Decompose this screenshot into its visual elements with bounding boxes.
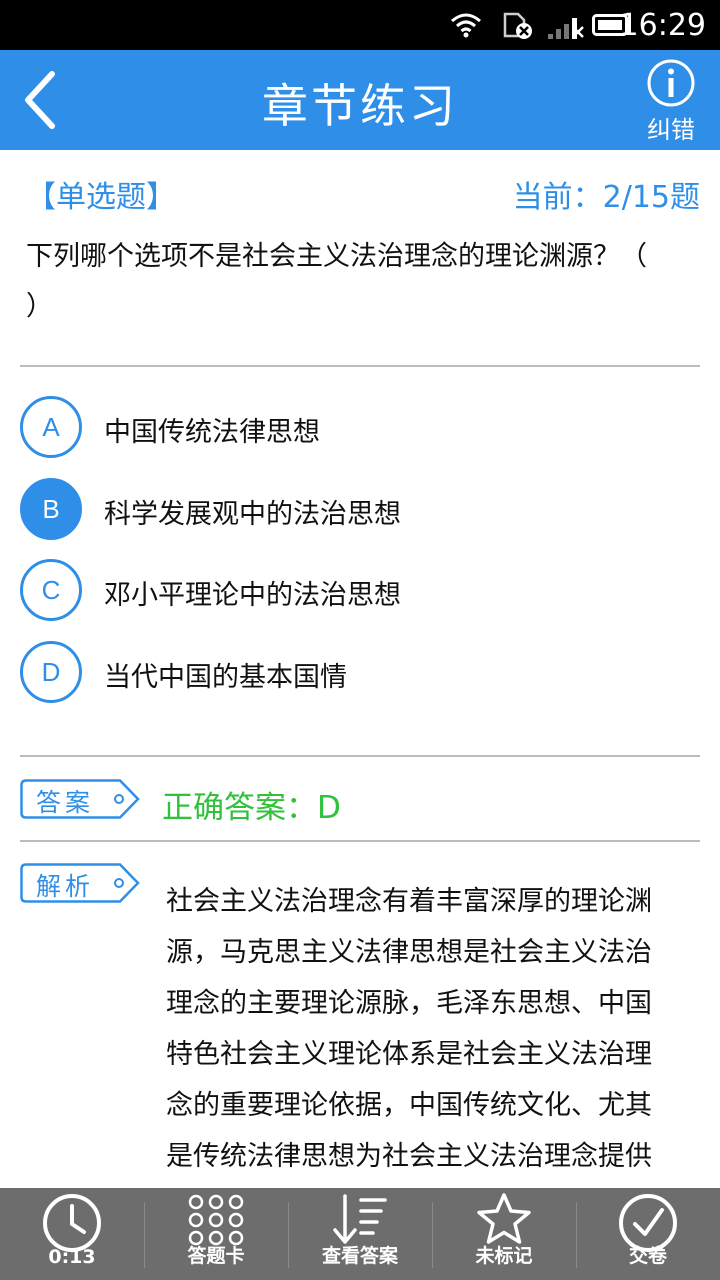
answer-card-button[interactable]: 答题卡	[144, 1188, 288, 1280]
report-error-label: 纠错	[647, 116, 695, 144]
info-icon	[647, 59, 695, 107]
clock-icon	[43, 1194, 101, 1252]
analysis-text: 社会主义法治理念有着丰富深厚的理论渊源，马克思主义法律思想是社会主义法治理念的主…	[166, 886, 652, 1172]
analysis-tag-label: 解析	[36, 872, 95, 901]
question-progress: 当前：2/15题	[512, 180, 700, 215]
option-a-text: 中国传统法律思想	[104, 417, 320, 448]
option-c-text: 邓小平理论中的法治思想	[104, 580, 401, 611]
wifi-icon	[450, 12, 482, 42]
grid-dots-icon	[188, 1194, 244, 1246]
option-c[interactable]: C 邓小平理论中的法治思想	[20, 559, 700, 623]
analysis-tag: 解析	[20, 863, 140, 903]
option-a[interactable]: A 中国传统法律思想	[20, 396, 700, 460]
view-answer-button[interactable]: 查看答案	[288, 1188, 432, 1280]
option-d[interactable]: D 当代中国的基本国情	[20, 641, 700, 705]
answer-tag: 答案	[20, 779, 140, 819]
option-a-letter: A	[20, 396, 82, 458]
divider	[20, 365, 700, 367]
status-time: 16:29	[619, 8, 706, 43]
question-type: 【单选题】	[26, 180, 176, 215]
bottom-toolbar: 0:13 答题卡 查看答案 未标记 交卷	[0, 1188, 720, 1280]
option-b-letter: B	[20, 478, 82, 540]
option-b-text: 科学发展观中的法治思想	[104, 499, 401, 530]
timer-button[interactable]: 0:13	[0, 1188, 144, 1280]
sim-off-icon	[502, 12, 534, 44]
option-b[interactable]: B 科学发展观中的法治思想	[20, 478, 700, 542]
divider	[20, 840, 700, 842]
submit-button[interactable]: 交卷	[576, 1188, 720, 1280]
timer-label: 0:13	[48, 1246, 96, 1268]
submit-label: 交卷	[628, 1245, 667, 1267]
option-d-letter: D	[20, 641, 82, 703]
sort-down-icon	[333, 1194, 387, 1244]
app-header: 章节练习 纠错	[0, 50, 720, 150]
signal-icon	[546, 12, 586, 44]
divider	[20, 755, 700, 757]
mark-label: 未标记	[475, 1245, 533, 1267]
answer-card-label: 答题卡	[187, 1245, 245, 1267]
option-c-letter: C	[20, 559, 82, 621]
star-icon	[477, 1193, 531, 1244]
mark-button[interactable]: 未标记	[432, 1188, 576, 1280]
page-title: 章节练习	[262, 79, 458, 133]
report-error-button[interactable]: 纠错	[636, 58, 706, 148]
status-bar: 16:29	[0, 0, 720, 50]
view-answer-label: 查看答案	[321, 1245, 398, 1267]
option-d-text: 当代中国的基本国情	[104, 662, 347, 693]
answer-tag-label: 答案	[36, 788, 95, 817]
question-text: 下列哪个选项不是社会主义法治理念的理论渊源？（ ）	[26, 241, 683, 322]
correct-answer: 正确答案：D	[162, 790, 341, 826]
